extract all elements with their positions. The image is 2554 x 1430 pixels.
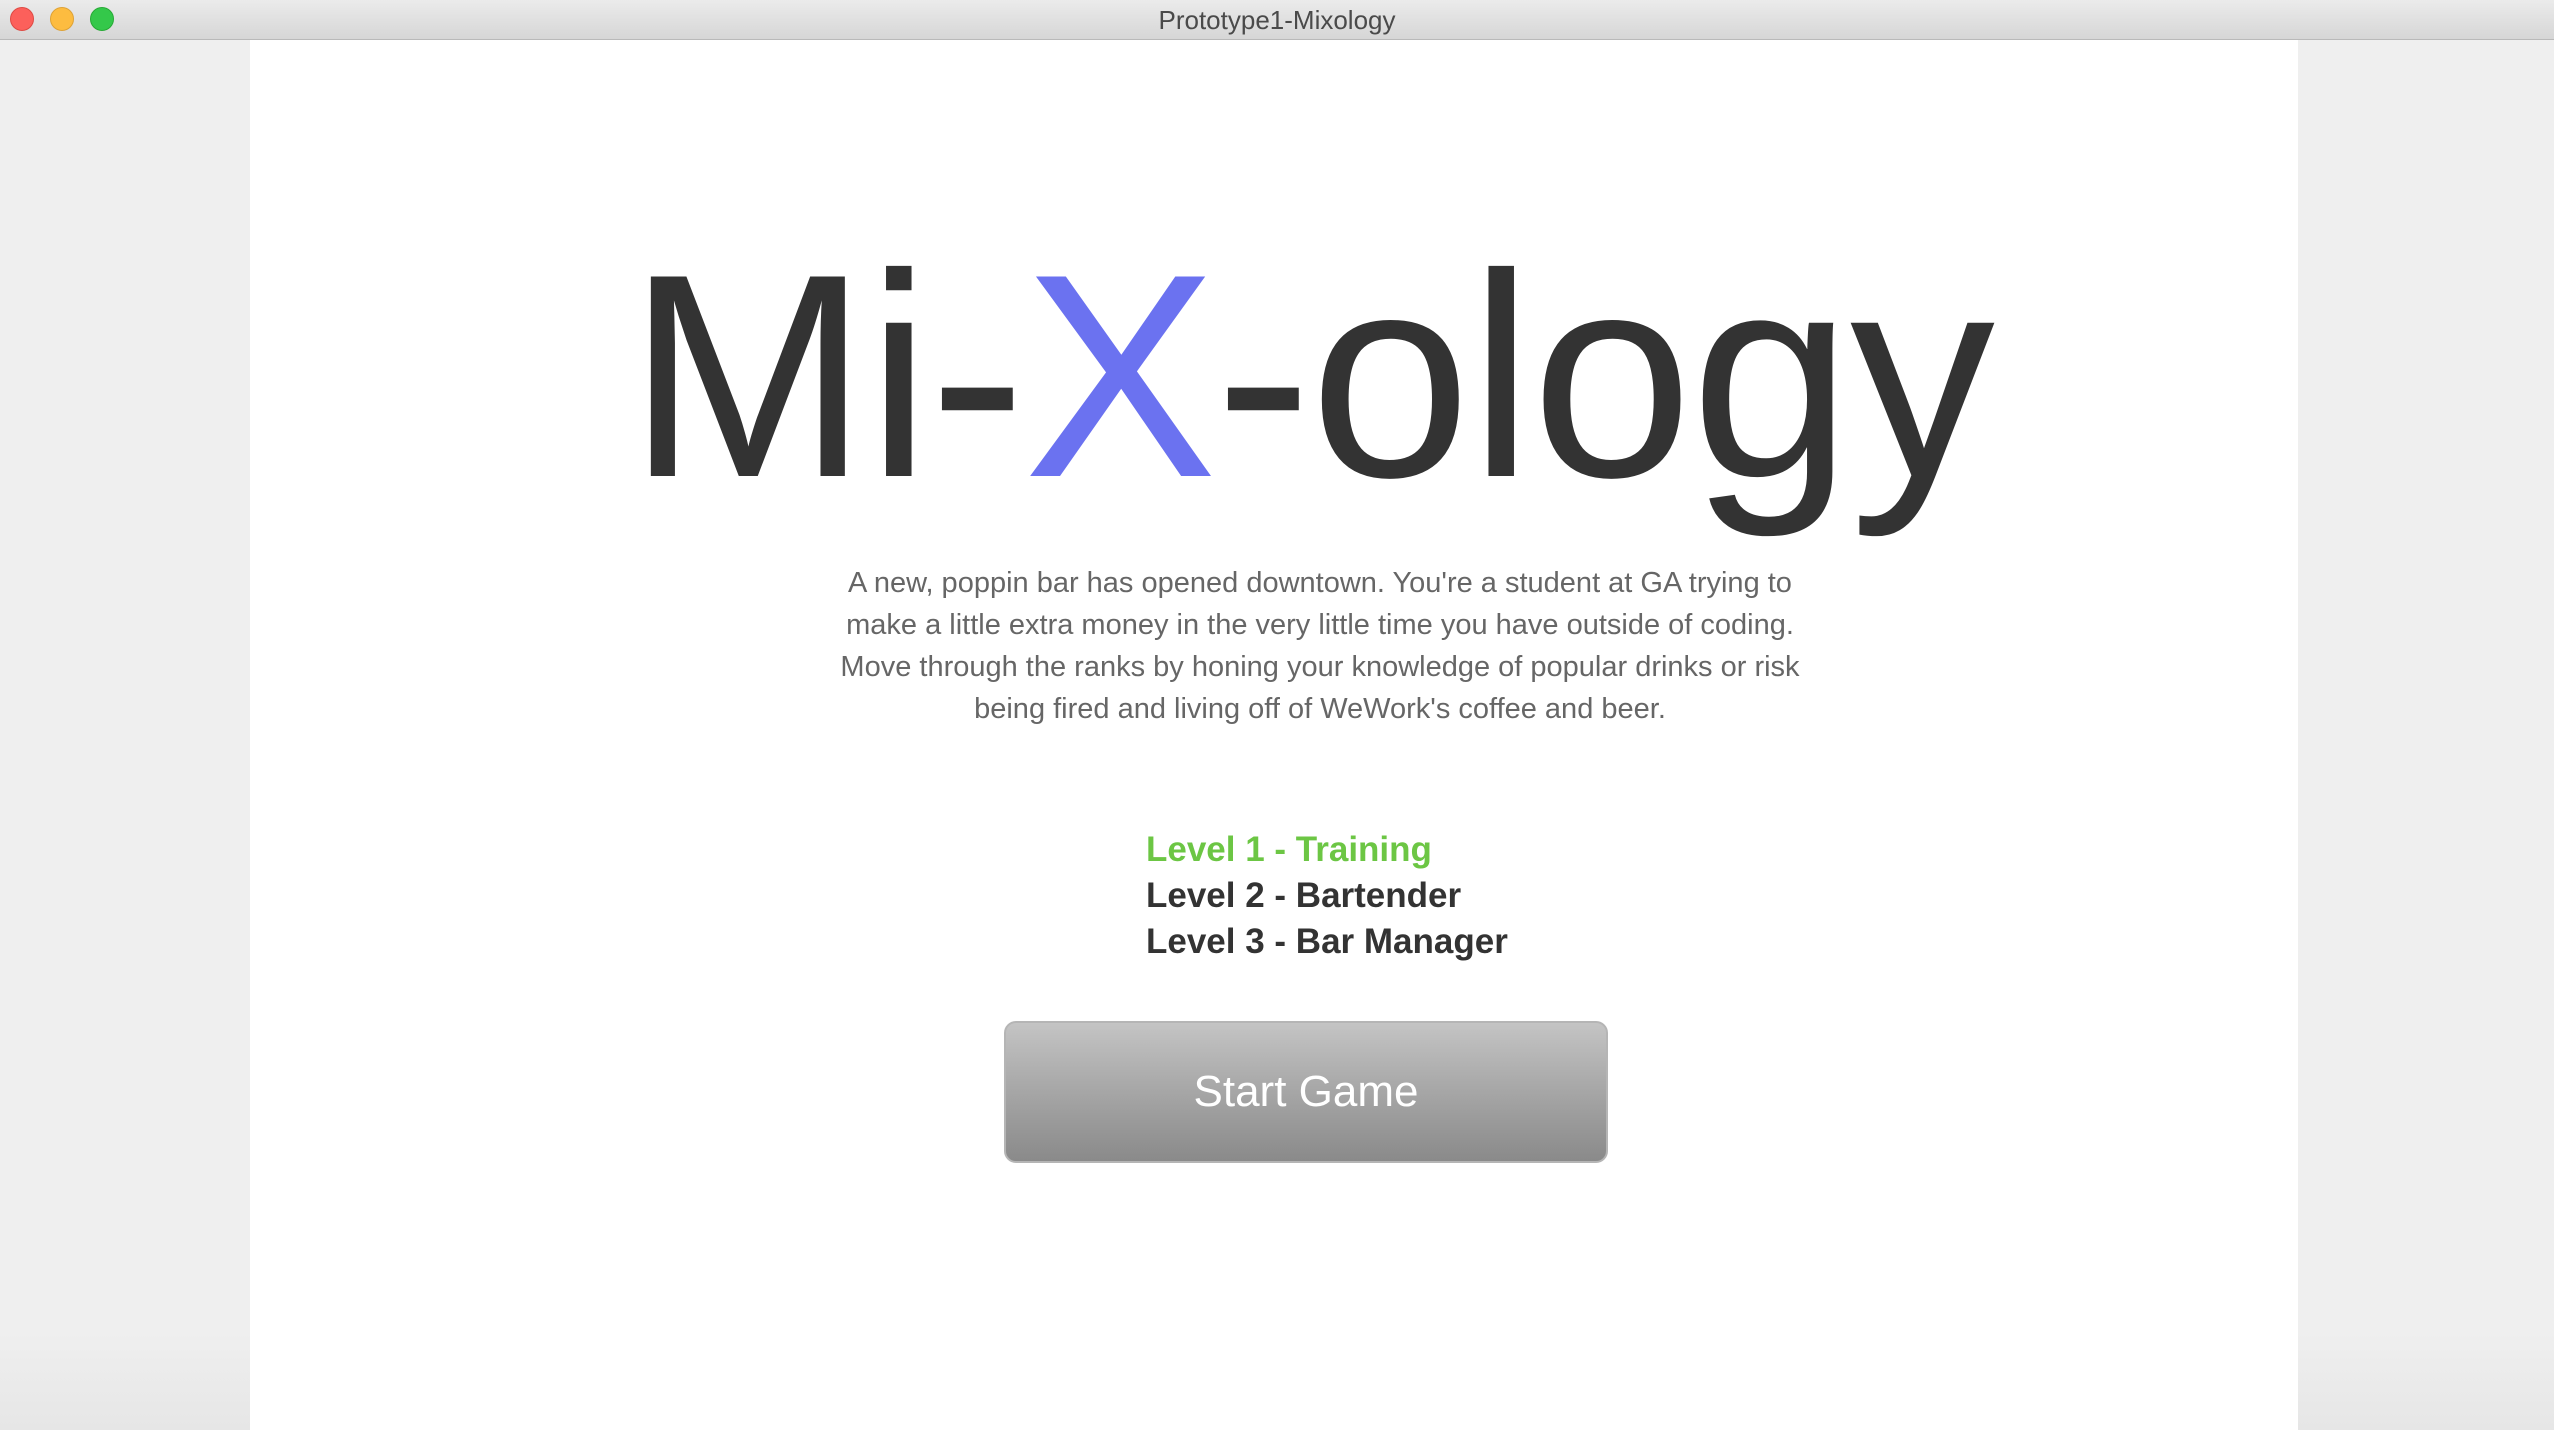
- intro-text: A new, poppin bar has opened downtown. Y…: [820, 562, 1820, 730]
- level-list: Level 1 - Training Level 2 - Bartender L…: [1146, 827, 1508, 965]
- level-item-training: Level 1 - Training: [1146, 830, 1432, 869]
- title-bar[interactable]: Prototype1-Mixology: [0, 0, 2554, 40]
- game-logo: Mi-X-ology: [250, 206, 2298, 546]
- start-game-button[interactable]: Start Game: [1004, 1021, 1608, 1163]
- app-window: Prototype1-Mixology Mi-X-ology A new, po…: [0, 0, 2554, 1430]
- intro-line: Move through the ranks by honing your kn…: [840, 651, 1800, 683]
- intro-line: A new, poppin bar has opened downtown. Y…: [848, 567, 1792, 599]
- logo-part-x: X: [1023, 214, 1217, 538]
- logo-part-3: -ology: [1215, 214, 1995, 538]
- level-item-bar-manager: Level 3 - Bar Manager: [1146, 922, 1508, 961]
- level-item-bartender: Level 2 - Bartender: [1146, 876, 1462, 915]
- window-title: Prototype1-Mixology: [1158, 5, 1396, 35]
- intro-line: being fired and living off of WeWork's c…: [974, 693, 1666, 725]
- intro-line: make a little extra money in the very li…: [846, 609, 1794, 641]
- game-page: Mi-X-ology A new, poppin bar has opened …: [250, 40, 2298, 1430]
- logo-part-1: Mi-: [627, 214, 1026, 538]
